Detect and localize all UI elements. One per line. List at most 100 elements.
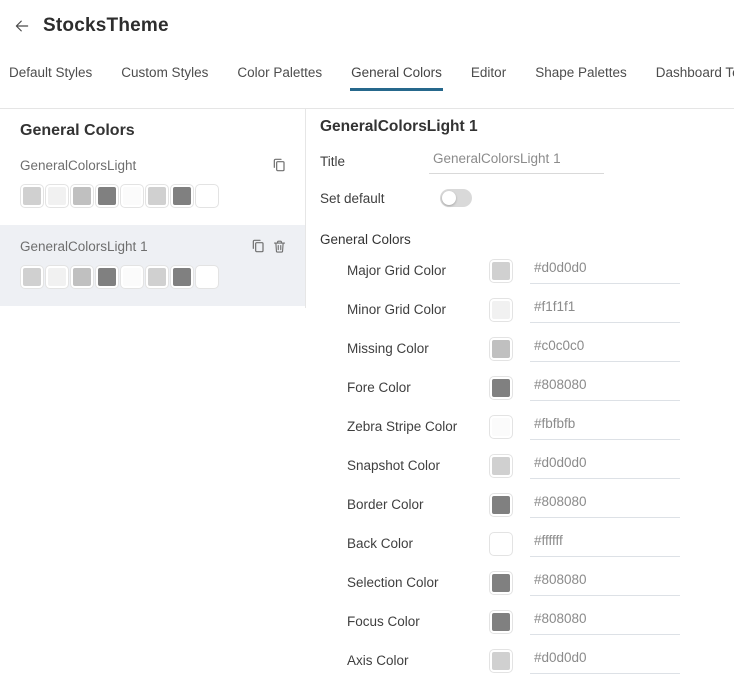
swatch-strip (20, 265, 287, 289)
color-row: Zebra Stripe Color (320, 407, 734, 446)
color-row-label: Selection Color (347, 575, 489, 590)
color-row: Major Grid Color (320, 251, 734, 290)
palette-list-heading: General Colors (0, 109, 305, 144)
hex-value-input[interactable] (530, 648, 680, 674)
tab-bar: Default Styles Custom Styles Color Palette… (0, 59, 734, 91)
hex-value-input[interactable] (530, 297, 680, 323)
palette-detail-panel: GeneralColorsLight 1 Title Set default G… (306, 109, 734, 680)
copy-icon (271, 157, 287, 173)
color-picker-swatch[interactable] (489, 610, 513, 634)
palette-item-actions (250, 238, 287, 254)
color-swatch (20, 265, 44, 289)
color-row-label: Snapshot Color (347, 458, 489, 473)
color-row-label: Zebra Stripe Color (347, 419, 489, 434)
hex-value-input[interactable] (530, 414, 680, 440)
color-picker-swatch[interactable] (489, 571, 513, 595)
color-picker-swatch[interactable] (489, 376, 513, 400)
set-default-row: Set default (320, 189, 734, 207)
color-row-label: Minor Grid Color (347, 302, 489, 317)
title-input[interactable] (429, 149, 604, 174)
color-swatch (45, 184, 69, 208)
palette-list: General Colors GeneralColorsLight General… (0, 109, 306, 308)
color-row: Fore Color (320, 368, 734, 407)
color-row: Back Color (320, 524, 734, 563)
color-swatch (170, 265, 194, 289)
color-swatch (120, 265, 144, 289)
hex-value-input[interactable] (530, 258, 680, 284)
swatch-strip (20, 184, 287, 208)
color-row: Border Color (320, 485, 734, 524)
title-label: Title (320, 154, 429, 169)
color-row-label: Fore Color (347, 380, 489, 395)
color-swatch (70, 265, 94, 289)
color-swatch (20, 184, 44, 208)
trash-icon (272, 239, 287, 254)
color-row: Missing Color (320, 329, 734, 368)
color-swatch (170, 184, 194, 208)
hex-value-input[interactable] (530, 609, 680, 635)
detail-heading: GeneralColorsLight 1 (320, 118, 734, 136)
color-picker-swatch[interactable] (489, 298, 513, 322)
tab-color-palettes[interactable]: Color Palettes (236, 59, 323, 91)
color-picker-swatch[interactable] (489, 415, 513, 439)
color-swatch (95, 265, 119, 289)
palette-item-head: GeneralColorsLight (20, 157, 287, 173)
color-swatch (95, 184, 119, 208)
title-field-row: Title (320, 149, 734, 174)
color-row: Snapshot Color (320, 446, 734, 485)
color-swatch (145, 265, 169, 289)
toggle-knob (442, 191, 456, 205)
tab-general-colors[interactable]: General Colors (350, 59, 443, 91)
color-swatch (195, 184, 219, 208)
color-swatch (145, 184, 169, 208)
hex-value-input[interactable] (530, 336, 680, 362)
color-row-label: Back Color (347, 536, 489, 551)
color-picker-swatch[interactable] (489, 454, 513, 478)
color-swatch (195, 265, 219, 289)
palette-item-head: GeneralColorsLight 1 (20, 238, 287, 254)
page-header: StocksTheme (0, 0, 734, 42)
color-swatch (120, 184, 144, 208)
palette-list-item[interactable]: GeneralColorsLight (0, 144, 305, 225)
back-button[interactable] (12, 16, 32, 36)
tab-shape-palettes[interactable]: Shape Palettes (534, 59, 628, 91)
color-picker-swatch[interactable] (489, 337, 513, 361)
color-row-label: Focus Color (347, 614, 489, 629)
tab-default-styles[interactable]: Default Styles (8, 59, 93, 91)
color-row: Selection Color (320, 563, 734, 602)
page-title: StocksTheme (43, 15, 169, 37)
delete-button[interactable] (272, 239, 287, 254)
hex-value-input[interactable] (530, 531, 680, 557)
set-default-toggle[interactable] (440, 189, 472, 207)
color-swatch (70, 184, 94, 208)
color-swatch (45, 265, 69, 289)
hex-value-input[interactable] (530, 492, 680, 518)
color-row-label: Axis Color (347, 653, 489, 668)
color-row-label: Missing Color (347, 341, 489, 356)
set-default-label: Set default (320, 191, 429, 206)
general-colors-section-label: General Colors (320, 232, 734, 247)
color-row: Focus Color (320, 602, 734, 641)
palette-item-actions (271, 157, 287, 173)
tab-custom-styles[interactable]: Custom Styles (120, 59, 209, 91)
hex-value-input[interactable] (530, 570, 680, 596)
color-row-label: Border Color (347, 497, 489, 512)
copy-button[interactable] (250, 238, 266, 254)
color-row-label: Major Grid Color (347, 263, 489, 278)
color-row: Axis Color (320, 641, 734, 680)
palette-list-panel: General Colors GeneralColorsLight General… (0, 109, 306, 308)
copy-button[interactable] (271, 157, 287, 173)
copy-icon (250, 238, 266, 254)
tab-dashboard-templates[interactable]: Dashboard Templates (655, 59, 734, 91)
palette-name: GeneralColorsLight (20, 158, 136, 173)
color-rows: Major Grid Color Minor Grid Color Missing … (320, 251, 734, 680)
color-picker-swatch[interactable] (489, 493, 513, 517)
palette-list-item[interactable]: GeneralColorsLight 1 (0, 225, 305, 306)
hex-value-input[interactable] (530, 453, 680, 479)
color-picker-swatch[interactable] (489, 259, 513, 283)
hex-value-input[interactable] (530, 375, 680, 401)
tab-editor[interactable]: Editor (470, 59, 507, 91)
color-picker-swatch[interactable] (489, 532, 513, 556)
content-area: General Colors GeneralColorsLight General… (0, 108, 734, 680)
color-row: Minor Grid Color (320, 290, 734, 329)
